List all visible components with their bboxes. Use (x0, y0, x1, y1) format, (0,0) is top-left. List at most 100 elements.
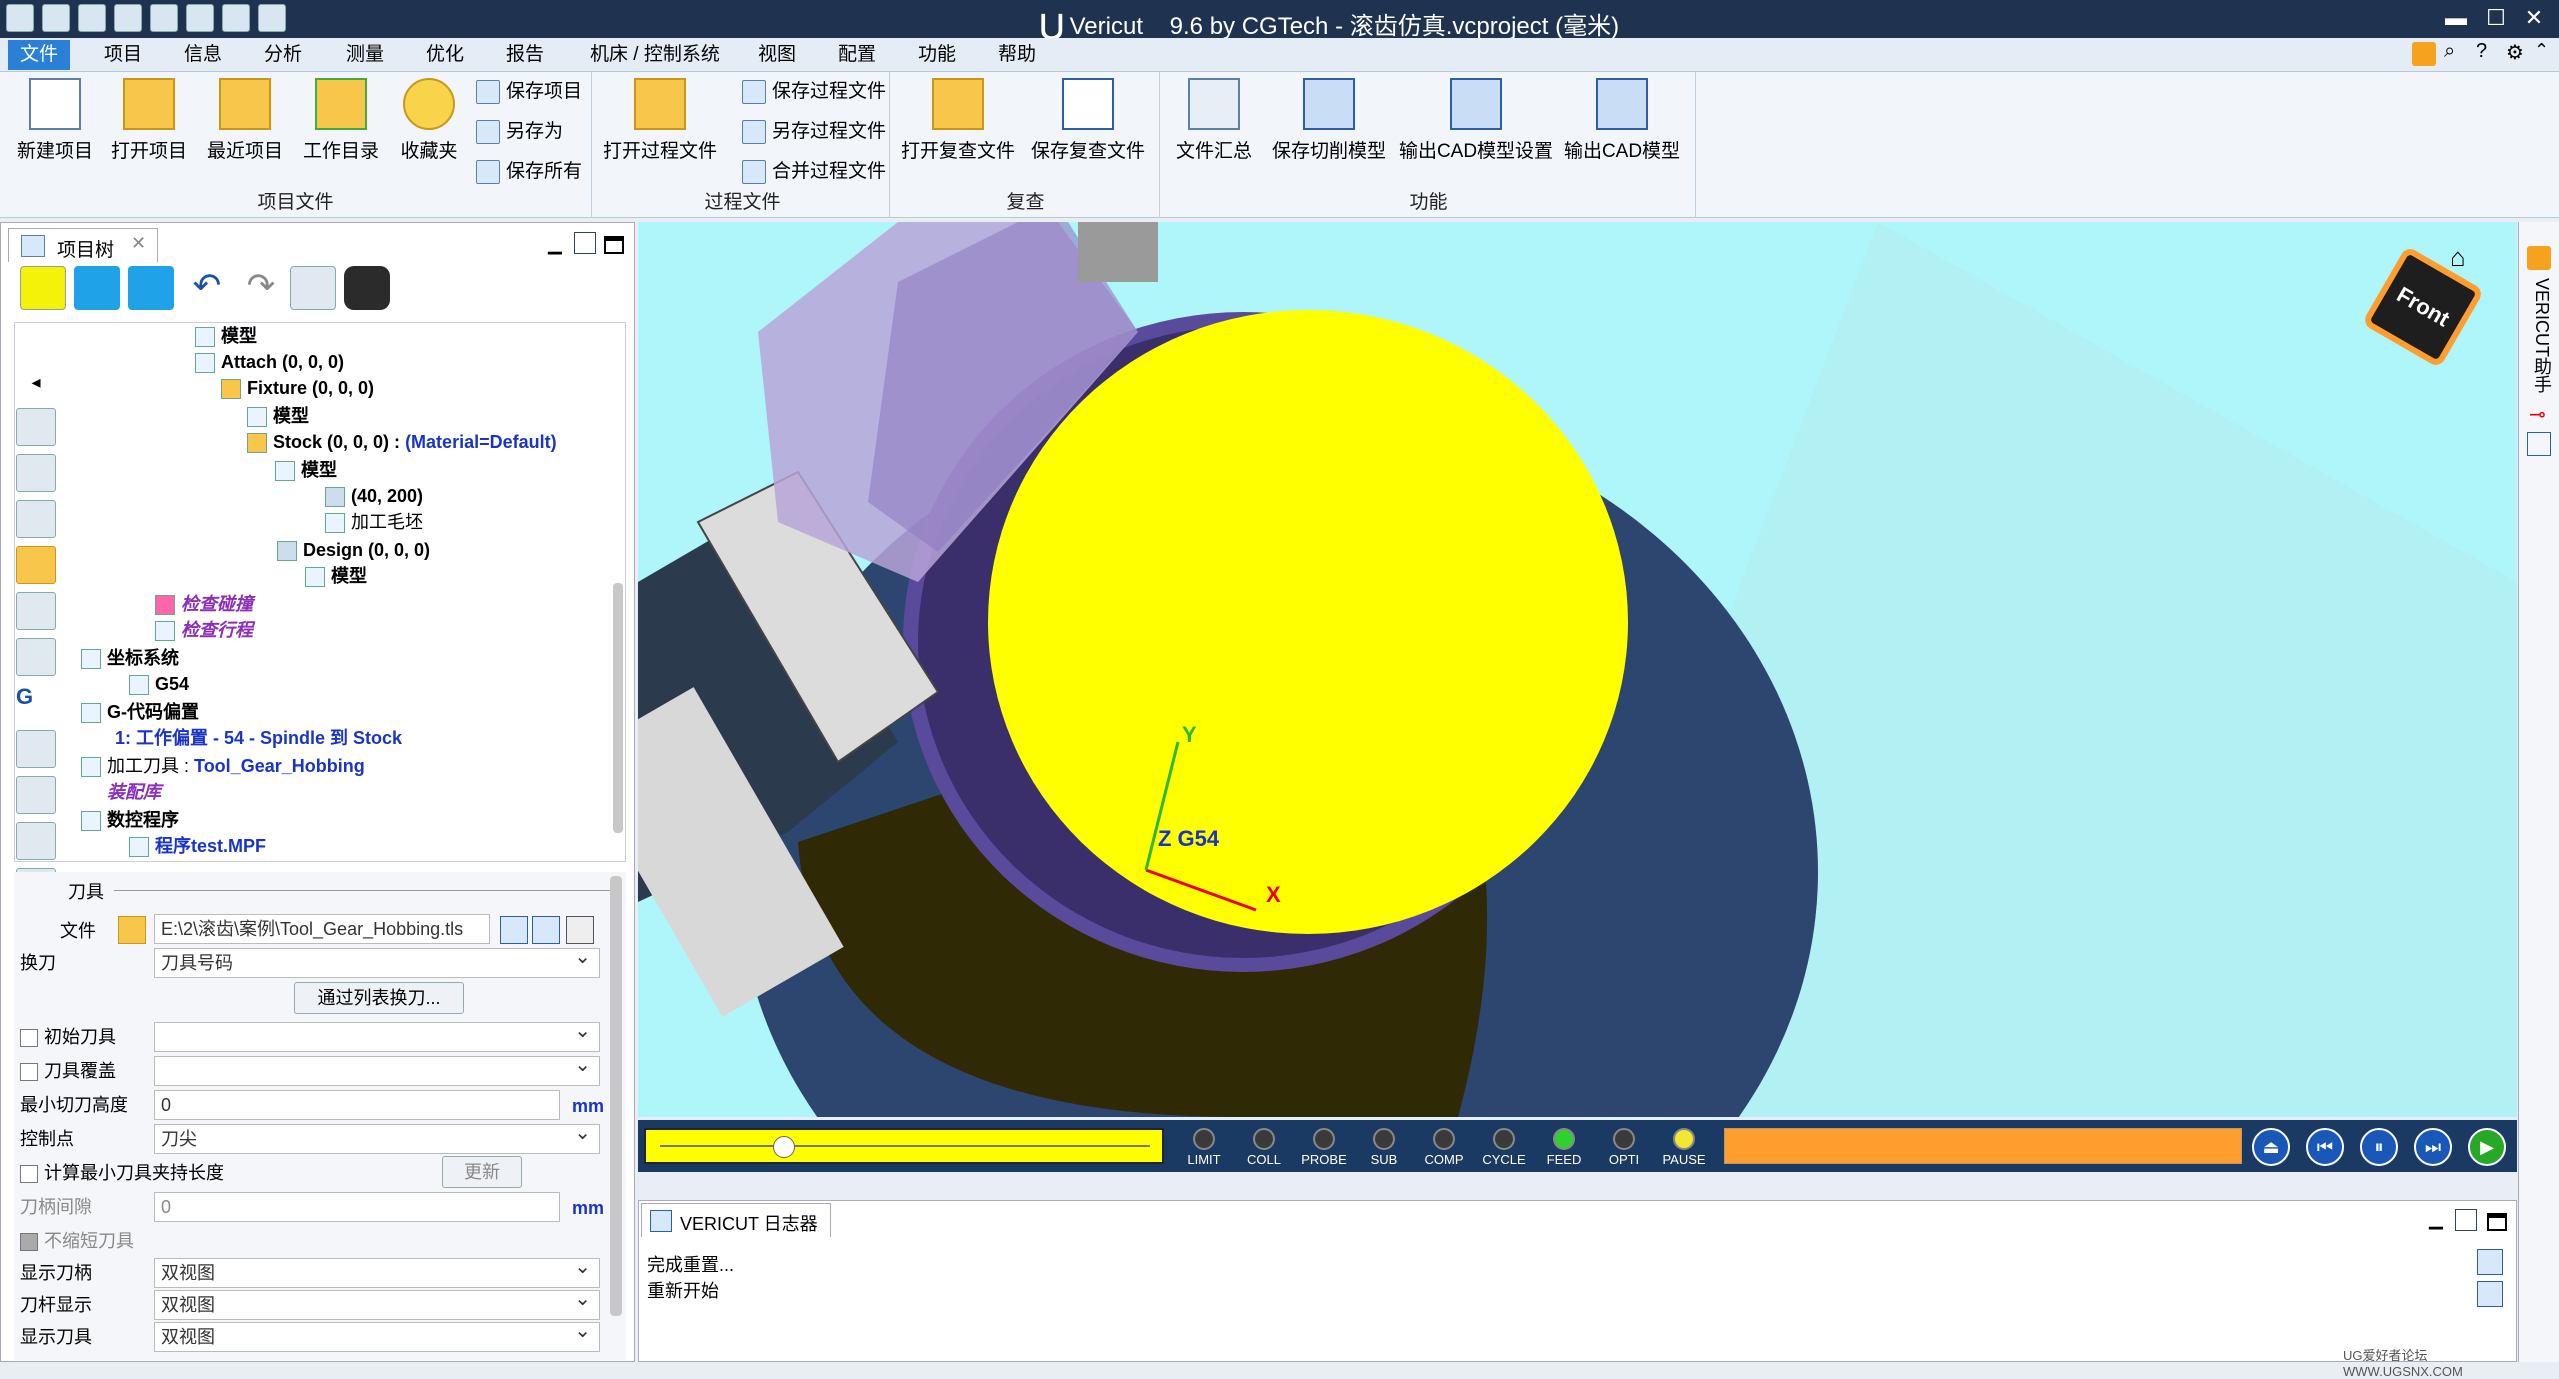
tree-item[interactable]: 模型 (275, 457, 337, 483)
status-light-pause[interactable]: PAUSE (1658, 1128, 1710, 1167)
tool-override-checkbox[interactable] (20, 1063, 38, 1082)
open-review-file-button[interactable]: 打开复查文件 (896, 78, 1020, 163)
tree-item[interactable]: 检查碰撞 (155, 591, 253, 617)
tree-item[interactable]: 程序test.MPF (129, 833, 266, 859)
no-shorten-row[interactable]: 不缩短刀具 (20, 1226, 134, 1256)
tool-icon[interactable] (78, 4, 106, 32)
reset-button[interactable]: ⏏ (2252, 1128, 2290, 1166)
binoculars-icon[interactable] (344, 266, 390, 310)
gear-icon[interactable]: ⚙ (2506, 40, 2524, 65)
maximize-button[interactable]: ☐ (2480, 4, 2512, 32)
layout-quad-icon[interactable] (258, 4, 286, 32)
file-summary-button[interactable]: 文件汇总 (1162, 78, 1266, 163)
tree-item[interactable]: Fixture (0, 0, 0) (221, 375, 374, 401)
control-point-select[interactable]: 刀尖 (154, 1119, 600, 1154)
panel-maximize-icon[interactable] (604, 236, 624, 254)
shank-gap-input[interactable]: 0 (154, 1192, 560, 1222)
home-icon[interactable]: ⌂ (2450, 242, 2466, 273)
tree-item[interactable]: 1: 工作偏置 - 54 - Spindle 到 Stock (115, 725, 402, 751)
csys-icon[interactable] (16, 638, 56, 676)
open-project-button[interactable]: 打开项目 (94, 78, 204, 163)
calc-min-checkbox[interactable] (20, 1165, 38, 1184)
collapse-arrow-icon[interactable]: ◂ (16, 372, 56, 410)
tool-file-path[interactable]: E:\2\滚齿\案例\Tool_Gear_Hobbing.tls (154, 914, 490, 944)
animation-speed-slider[interactable] (644, 1128, 1164, 1164)
add-component-icon[interactable] (128, 266, 174, 310)
initial-tool-checkbox[interactable] (20, 1029, 38, 1048)
open-folder-icon[interactable] (6, 4, 34, 32)
3d-viewport[interactable]: Y X Z G54 ⌂ Front (638, 222, 2517, 1117)
show-tool-select[interactable]: 双视图 (154, 1317, 600, 1352)
save-as-button[interactable]: 另存为 (476, 114, 563, 150)
recent-projects-button[interactable]: 最近项目 (190, 78, 300, 163)
slider-thumb[interactable] (772, 1136, 795, 1158)
tree-item[interactable]: 模型 (247, 403, 309, 429)
calc-min-row[interactable]: 计算最小刀具夹持长度 (20, 1158, 224, 1188)
play-button[interactable]: ▶ (2468, 1128, 2506, 1166)
tree-item[interactable]: 加工毛坯 (325, 509, 423, 535)
change-by-list-button[interactable]: 通过列表换刀... (294, 982, 464, 1014)
tool-manager-icon[interactable] (566, 916, 594, 944)
tree-item[interactable]: 坐标系统 (81, 645, 179, 671)
menu-machine-control[interactable]: 机床 / 控制系统 (578, 40, 732, 70)
favorites-button[interactable]: 收藏夹 (374, 78, 484, 163)
pause-button[interactable]: ⏸ (2360, 1128, 2398, 1166)
pin-icon[interactable]: ⊸ (2529, 402, 2546, 427)
menu-optimize[interactable]: 优化 (414, 40, 476, 70)
pointer-icon[interactable] (20, 266, 66, 310)
tool-manager-icon[interactable] (16, 730, 56, 768)
status-light-coll[interactable]: COLL (1238, 1128, 1290, 1167)
save-icon[interactable] (42, 4, 70, 32)
tree-item[interactable]: Design (0, 0, 0) (277, 537, 430, 563)
panel-float-icon[interactable] (574, 232, 596, 254)
status-light-feed[interactable]: FEED (1538, 1128, 1590, 1167)
save-process-file-button[interactable]: 保存过程文件 (742, 74, 886, 110)
tree-item[interactable]: (40, 200) (325, 483, 423, 509)
save-process-as-button[interactable]: 另存过程文件 (742, 114, 886, 150)
assistant-tab[interactable]: VERICUT助手 (2529, 278, 2555, 393)
tree-item[interactable]: Attach (0, 0, 0) (195, 349, 344, 375)
step-button[interactable]: ⏭ (2414, 1128, 2452, 1166)
status-light-limit[interactable]: LIMIT (1178, 1128, 1230, 1167)
status-light-cycle[interactable]: CYCLE (1478, 1128, 1530, 1167)
menu-file[interactable]: 文件 (8, 40, 71, 70)
layout-split-v-icon[interactable] (186, 4, 214, 32)
initial-tool-select[interactable] (154, 1017, 600, 1052)
status-light-probe[interactable]: PROBE (1298, 1128, 1350, 1167)
tool-override-select[interactable] (154, 1051, 600, 1086)
menu-info[interactable]: 信息 (172, 40, 234, 70)
tree-item[interactable]: 模型 (305, 563, 367, 589)
redo-icon[interactable]: ↷ (238, 266, 284, 310)
tool-change-select[interactable]: 刀具号码 (154, 943, 600, 978)
menu-measure[interactable]: 测量 (334, 40, 396, 70)
menu-view[interactable]: 视图 (746, 40, 808, 70)
tree-item-stock[interactable]: Stock (0, 0, 0) : (Material=Default) (247, 429, 557, 455)
show-shank-select[interactable]: 双视图 (154, 1285, 600, 1320)
undo-icon[interactable]: ↶ (184, 266, 230, 310)
menu-function[interactable]: 功能 (906, 40, 968, 70)
show-holder-select[interactable]: 双视图 (154, 1253, 600, 1288)
save-cut-model-button[interactable]: 保存切削模型 (1266, 78, 1392, 163)
merge-process-file-button[interactable]: 合并过程文件 (742, 154, 886, 190)
update-button[interactable]: 更新 (442, 1156, 522, 1188)
travel-limit-icon[interactable] (16, 592, 56, 630)
tree-item[interactable]: 检查行程 (155, 617, 253, 643)
tab-log[interactable]: VERICUT 日志器 (641, 1203, 831, 1237)
props-scrollbar[interactable] (610, 876, 622, 1316)
tree-item[interactable]: 模型 (195, 323, 257, 349)
tree-item[interactable]: G-代码偏置 (81, 699, 199, 725)
menu-analysis[interactable]: 分析 (252, 40, 314, 70)
help-icon[interactable]: ? (2476, 40, 2487, 63)
menu-config[interactable]: 配置 (826, 40, 888, 70)
info-icon[interactable] (114, 4, 142, 32)
status-light-opti[interactable]: OPTI (1598, 1128, 1650, 1167)
panel-minimize-icon[interactable]: ▁ (2429, 1209, 2443, 1230)
save-icon[interactable] (500, 916, 528, 944)
nc-icon[interactable] (16, 822, 56, 860)
export-cad-button[interactable]: 输出CAD模型 (1558, 78, 1686, 163)
save-all-button[interactable]: 保存所有 (476, 154, 582, 190)
tree-item[interactable]: 装配库 (107, 779, 161, 805)
tree-item[interactable]: G54 (129, 671, 189, 697)
save-review-file-button[interactable]: 保存复查文件 (1026, 78, 1150, 163)
initial-tool-row[interactable]: 初始刀具 (20, 1022, 116, 1052)
